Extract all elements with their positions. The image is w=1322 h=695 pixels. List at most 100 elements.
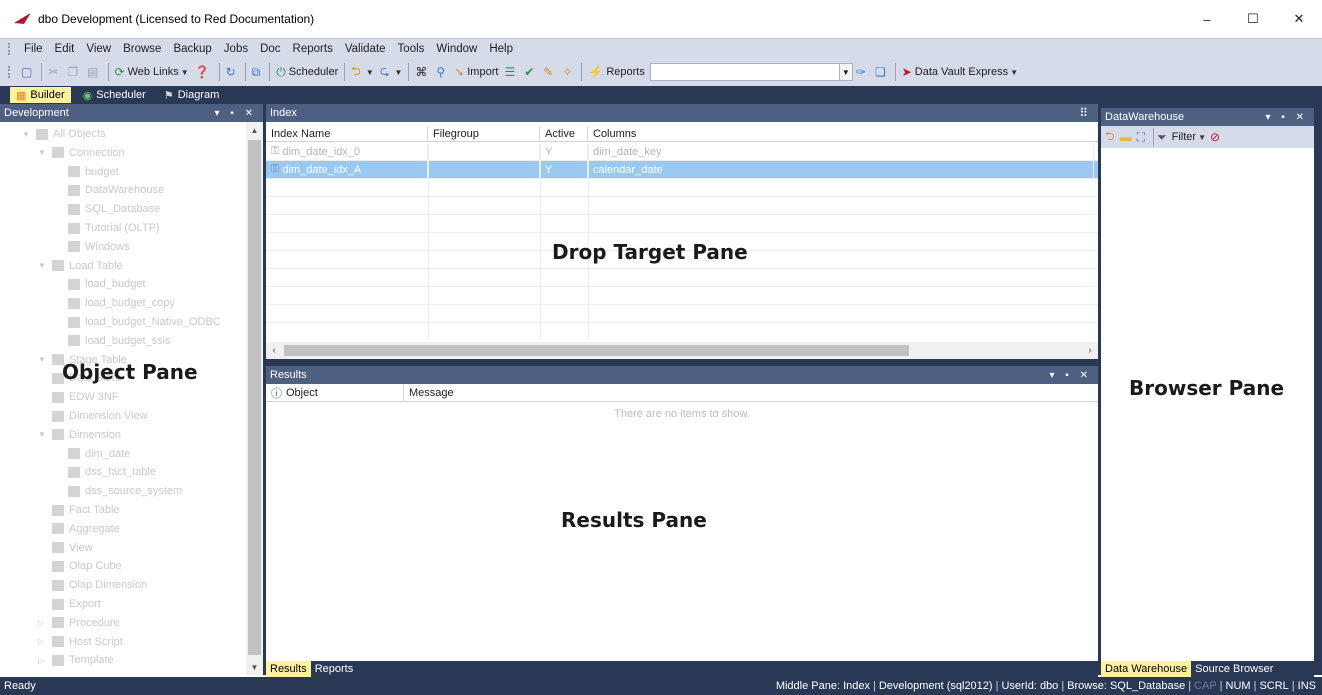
tree-item[interactable]: load_budget_copy: [68, 295, 175, 311]
menu-validate[interactable]: Validate: [339, 43, 392, 55]
reports-select[interactable]: [649, 63, 840, 81]
column-active[interactable]: Active: [540, 126, 588, 142]
web-links-button[interactable]: ⟳ Web Links ▼: [112, 61, 192, 83]
variables-icon[interactable]: ⌘: [412, 61, 433, 83]
tree-item[interactable]: budget: [68, 164, 119, 180]
reports-button[interactable]: ⚡ Reports: [585, 61, 647, 83]
tree-item[interactable]: ▷ Template: [38, 652, 114, 668]
table-icon[interactable]: ☰: [501, 61, 521, 83]
tree-expander-icon[interactable]: ▷: [38, 637, 44, 646]
import-button[interactable]: ➘ Import: [451, 61, 501, 83]
scheduler-button[interactable]: ⏻ Scheduler: [273, 61, 341, 83]
tree-item[interactable]: load_budget: [68, 276, 146, 292]
tree-expander-icon[interactable]: ▼: [38, 430, 46, 439]
tree-item[interactable]: ▼ Connection: [38, 145, 125, 161]
scroll-right-icon[interactable]: ›: [1082, 342, 1098, 359]
back-button[interactable]: ⮌ ▼: [348, 61, 377, 83]
grid-layout-icon[interactable]: ⠿: [1079, 106, 1092, 120]
tree-expander-icon[interactable]: ▼: [22, 130, 30, 139]
filter-icon[interactable]: ⏷: [1157, 130, 1167, 145]
tab-source-browser[interactable]: Source Browser: [1191, 661, 1277, 677]
chevron-down-icon[interactable]: ▼: [1198, 133, 1206, 142]
paste-icon[interactable]: ▤: [84, 61, 104, 83]
tree-item[interactable]: ▷ Procedure: [38, 615, 120, 631]
column-index-name[interactable]: Index Name: [266, 126, 428, 142]
copy-icon[interactable]: ❐: [64, 61, 84, 83]
menu-browse[interactable]: Browse: [117, 43, 167, 55]
tree-item[interactable]: ▼ All Objects: [22, 126, 106, 142]
column-columns[interactable]: Columns: [588, 126, 1094, 142]
column-object[interactable]: ⓘ Object: [266, 384, 404, 402]
tree-item[interactable]: dss_fact_table: [68, 464, 156, 480]
help-icon[interactable]: ❓: [192, 61, 216, 83]
book-icon[interactable]: ❏: [872, 61, 892, 83]
tab-scheduler[interactable]: ◉ Scheduler: [77, 87, 152, 103]
tree-item[interactable]: Olap Cube: [52, 558, 122, 574]
minimize-button[interactable]: –: [1184, 0, 1230, 38]
menu-window[interactable]: Window: [430, 43, 483, 55]
menu-grip[interactable]: [8, 42, 12, 55]
pane-controls[interactable]: ▾ ▪ ✕: [1050, 370, 1093, 381]
tree-item[interactable]: Tutorial (OLTP): [68, 220, 160, 236]
hscroll-thumb[interactable]: [284, 345, 909, 356]
pane-controls[interactable]: ▾ ▪ ✕: [1266, 112, 1309, 123]
menu-reports[interactable]: Reports: [287, 43, 339, 55]
tree-item[interactable]: ▼ Dimension: [38, 427, 121, 443]
tree-expander-icon[interactable]: ▷: [38, 618, 44, 627]
tree-item[interactable]: Export: [52, 596, 101, 612]
scroll-left-icon[interactable]: ‹: [266, 342, 282, 359]
document-icon[interactable]: ✎: [540, 61, 559, 83]
tree-expander-icon[interactable]: ▼: [38, 355, 46, 364]
column-filegroup[interactable]: Filegroup: [428, 126, 540, 142]
menu-edit[interactable]: Edit: [49, 43, 81, 55]
tree-expander-icon[interactable]: ▼: [38, 148, 46, 157]
forward-button[interactable]: ⮎ ▼: [377, 61, 406, 83]
tree-expander-icon[interactable]: ▼: [38, 261, 46, 270]
tree-item[interactable]: ▷ Host Script: [38, 634, 123, 650]
scroll-thumb[interactable]: [248, 140, 261, 655]
binoculars-icon[interactable]: ⛶: [1137, 130, 1145, 145]
tree-item[interactable]: Olap Dimension: [52, 577, 147, 593]
scroll-up-icon[interactable]: ▲: [246, 122, 263, 138]
table-row[interactable]: ⚿ dim_date_idx_0 Y dim_date_key: [266, 143, 1098, 160]
tree-item[interactable]: DataWarehouse: [68, 182, 164, 198]
menu-help[interactable]: Help: [483, 43, 519, 55]
toolbar-grip[interactable]: [8, 66, 12, 78]
tree-item[interactable]: View: [52, 540, 93, 556]
tree-item[interactable]: load_budget_Native_ODBC: [68, 314, 221, 330]
validate-icon[interactable]: ✔: [521, 61, 540, 83]
tree-expander-icon[interactable]: ▷: [38, 656, 44, 665]
search-icon[interactable]: ⚲: [433, 61, 451, 83]
object-tree-scrollbar[interactable]: ▲ ▼: [246, 122, 263, 675]
close-button[interactable]: ✕: [1276, 0, 1322, 38]
maximize-button[interactable]: ☐: [1230, 0, 1276, 38]
new-icon[interactable]: ▢: [18, 61, 38, 83]
tree-item[interactable]: load_budget_ssis: [68, 333, 171, 349]
menu-file[interactable]: File: [18, 43, 49, 55]
pen-icon[interactable]: ✑: [853, 61, 872, 83]
tree-item[interactable]: Fact Table: [52, 502, 120, 518]
tree-item[interactable]: ▼ Load Table: [38, 258, 123, 274]
tree-item[interactable]: EDW 3NF: [52, 389, 119, 405]
diagram-icon[interactable]: ⧉: [249, 61, 267, 83]
tab-reports[interactable]: Reports: [311, 661, 358, 677]
menu-tools[interactable]: Tools: [392, 43, 431, 55]
cut-icon[interactable]: ✂: [45, 61, 64, 83]
tree-item[interactable]: Windows: [68, 239, 130, 255]
index-hscrollbar[interactable]: ‹ ›: [266, 342, 1098, 359]
menu-doc[interactable]: Doc: [254, 43, 286, 55]
tree-item[interactable]: Aggregate: [52, 521, 120, 537]
clear-filter-icon[interactable]: ⊘: [1210, 130, 1220, 144]
menu-jobs[interactable]: Jobs: [218, 43, 254, 55]
folder-icon[interactable]: ▬: [1120, 130, 1132, 144]
tab-results[interactable]: Results: [266, 661, 311, 677]
data-vault-button[interactable]: ➤ Data Vault Express ▼: [899, 61, 1021, 83]
tab-diagram[interactable]: ⚑ Diagram: [158, 87, 225, 103]
tree-item[interactable]: Dimension View: [52, 408, 148, 424]
menu-backup[interactable]: Backup: [167, 43, 217, 55]
scroll-down-icon[interactable]: ▼: [246, 659, 263, 675]
refresh-icon[interactable]: ↻: [223, 61, 242, 83]
tree-item[interactable]: dim_date: [68, 446, 130, 462]
table-row-selected[interactable]: ⚿ dim_date_idx_A Y calendar_date: [266, 161, 1098, 178]
tab-data-warehouse[interactable]: Data Warehouse: [1101, 661, 1192, 677]
